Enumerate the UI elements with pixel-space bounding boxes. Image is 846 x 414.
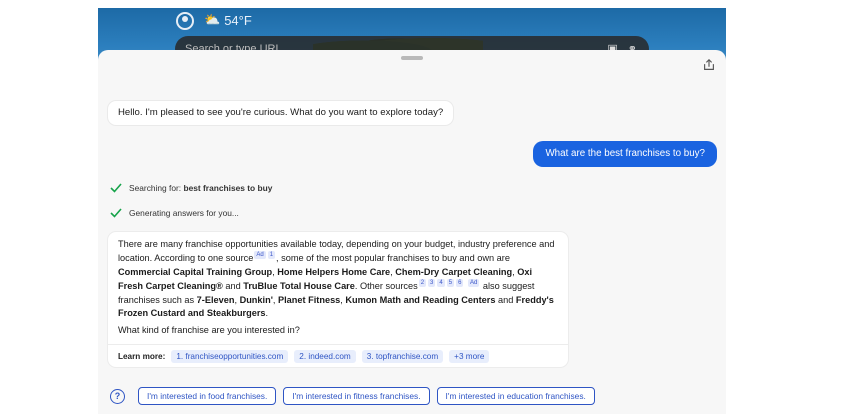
franchise-name: Planet Fitness — [278, 294, 341, 305]
suggestion-chip-fitness[interactable]: I'm interested in fitness franchises. — [283, 387, 430, 405]
more-sources-link[interactable]: +3 more — [449, 350, 490, 363]
learn-more-row: Learn more: 1. franchiseopportunities.co… — [118, 350, 490, 363]
status-generating: Generating answers for you... — [110, 208, 239, 218]
status-generating-text: Generating answers for you... — [129, 208, 239, 218]
status-query: best franchises to buy — [183, 183, 273, 193]
franchise-name: Chem-Dry Carpet Cleaning — [395, 266, 513, 277]
partly-cloudy-icon: ⛅ — [204, 12, 221, 27]
franchise-name: Commercial Capital Training Group — [118, 266, 273, 277]
assistant-answer-card: There are many franchise opportunities a… — [108, 232, 568, 367]
franchise-name: TruBlue Total House Care — [243, 281, 355, 292]
franchise-name: Dunkin' — [239, 294, 273, 305]
suggestion-chip-food[interactable]: I'm interested in food franchises. — [138, 387, 277, 405]
franchise-name: Kumon Math and Reading Centers — [345, 294, 496, 305]
profile-avatar-icon[interactable] — [176, 12, 194, 30]
status-prefix: Searching for: — [129, 183, 184, 193]
citation-6[interactable]: 6 — [456, 279, 464, 288]
suggestion-chip-education[interactable]: I'm interested in education franchises. — [436, 387, 595, 405]
citation-ad-2[interactable]: Ad — [467, 279, 480, 288]
suggestion-row: ? I'm interested in food franchises. I'm… — [110, 387, 595, 405]
user-message-text: What are the best franchises to buy? — [545, 148, 705, 159]
weather-widget[interactable]: ⛅ 54°F — [204, 12, 252, 28]
checkmark-icon — [110, 208, 122, 218]
help-icon[interactable]: ? — [110, 388, 125, 404]
learn-more-label: Learn more: — [118, 352, 166, 361]
divider — [108, 344, 568, 345]
franchise-name: Home Helpers Home Care — [277, 266, 391, 277]
source-link-2[interactable]: 2. indeed.com — [294, 350, 356, 363]
source-link-1[interactable]: 1. franchiseopportunities.com — [171, 350, 289, 363]
sheet-drag-handle[interactable] — [401, 56, 423, 60]
answer-paragraph: There are many franchise opportunities a… — [118, 239, 555, 319]
chat-sheet: Hello. I'm pleased to see you're curious… — [98, 50, 726, 414]
citation-4[interactable]: 4 — [437, 279, 445, 288]
citation-ad[interactable]: Ad — [254, 251, 266, 260]
assistant-greeting-bubble: Hello. I'm pleased to see you're curious… — [108, 101, 454, 125]
source-link-3[interactable]: 3. topfranchise.com — [361, 350, 444, 363]
user-message-bubble: What are the best franchises to buy? — [533, 141, 717, 168]
follow-up-question: What kind of franchise are you intereste… — [118, 325, 300, 336]
status-searching: Searching for: best franchises to buy — [110, 183, 272, 193]
checkmark-icon — [110, 183, 122, 193]
citation-2[interactable]: 2 — [418, 279, 427, 288]
franchise-name: 7-Eleven — [196, 294, 235, 305]
share-icon[interactable] — [702, 58, 716, 72]
citation-1[interactable]: 1 — [267, 251, 276, 260]
weather-temperature: 54°F — [224, 12, 252, 28]
citation-3[interactable]: 3 — [428, 279, 436, 288]
citation-5[interactable]: 5 — [446, 279, 455, 288]
greeting-text: Hello. I'm pleased to see you're curious… — [118, 107, 444, 118]
